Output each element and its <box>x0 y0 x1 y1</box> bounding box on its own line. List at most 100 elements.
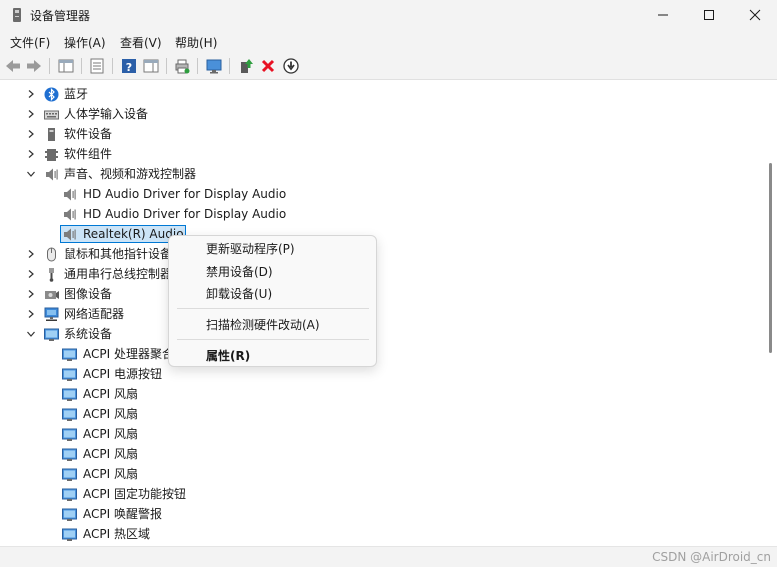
tree-node-label: ACPI 风扇 <box>83 467 138 481</box>
scrollbar-thumb[interactable] <box>769 163 772 353</box>
toolbar-divider <box>49 58 50 74</box>
tree-node[interactable]: 声音、视频和游戏控制器 <box>0 164 760 184</box>
expand-chevron-icon[interactable] <box>26 104 36 124</box>
window-title: 设备管理器 <box>30 9 91 23</box>
bluetooth-icon <box>44 87 59 102</box>
collapse-chevron-icon[interactable] <box>26 164 36 184</box>
expand-chevron-icon[interactable] <box>26 264 36 284</box>
close-button[interactable] <box>732 0 777 30</box>
tree-node-label: ACPI 处理器聚合 <box>83 347 174 361</box>
expand-chevron-icon[interactable] <box>26 144 36 164</box>
tree-node[interactable]: 人体学输入设备 <box>0 104 760 124</box>
system-device-icon <box>62 488 77 501</box>
tree-node-label: 系统设备 <box>64 327 113 341</box>
tree-node[interactable]: 鼠标和其他指针设备 <box>0 244 760 264</box>
context-update-driver[interactable]: 更新驱动程序(P) <box>206 240 295 257</box>
tree-node-label: ACPI 唤醒警报 <box>83 507 162 521</box>
properties-icon[interactable] <box>88 57 106 75</box>
tree-node[interactable]: ACPI 风扇 <box>0 424 760 444</box>
tree-node-label: ACPI 风扇 <box>83 387 138 401</box>
system-device-icon <box>62 368 77 381</box>
tree-node-label: HD Audio Driver for Display Audio <box>83 187 287 201</box>
toolbar-divider <box>112 58 113 74</box>
title-bar: 设备管理器 <box>0 0 777 30</box>
tree-node[interactable]: ACPI 热区域 <box>0 524 760 544</box>
update-driver-icon[interactable] <box>237 57 255 75</box>
device-tree: 蓝牙 人体学输入设备 软件设备软件组件声音、视频和游戏控制器 HD Audio Dri… <box>0 81 764 546</box>
tree-node-label: ACPI 固定功能按钮 <box>83 487 186 501</box>
tree-node[interactable]: ACPI 固定功能按钮 <box>0 484 760 504</box>
system-device-icon <box>62 408 77 421</box>
tree-node[interactable]: ACPI 电源按钮 <box>0 364 760 384</box>
minimize-button[interactable] <box>640 0 686 30</box>
tree-node[interactable]: ACPI 唤醒警报 <box>0 504 760 524</box>
speaker-icon <box>46 168 58 181</box>
context-properties[interactable]: 属性(R) <box>206 347 250 364</box>
system-device-icon <box>62 388 77 401</box>
tree-node[interactable]: ACPI 风扇 <box>0 404 760 424</box>
expand-chevron-icon[interactable] <box>26 124 36 144</box>
help-icon[interactable]: ? <box>120 57 138 75</box>
network-icon <box>44 307 59 321</box>
show-hide-pane-icon[interactable] <box>142 57 160 75</box>
console-tree-icon[interactable] <box>57 57 75 75</box>
tree-node-label: ACPI 热区域 <box>83 527 150 541</box>
tree-node[interactable]: HD Audio Driver for Display Audio <box>0 184 760 204</box>
tree-node[interactable]: 通用串行总线控制器 <box>0 264 760 284</box>
expand-chevron-icon[interactable] <box>26 84 36 104</box>
system-device-icon <box>62 468 77 481</box>
tree-node-label: ACPI 风扇 <box>83 407 138 421</box>
context-scan-hardware[interactable]: 扫描检测硬件改动(A) <box>206 316 320 333</box>
forward-arrow-icon[interactable] <box>25 57 43 75</box>
tree-node[interactable]: 网络适配器 <box>0 304 760 324</box>
menu-view[interactable]: 查看(V) <box>120 34 162 51</box>
maximize-button[interactable] <box>686 0 732 30</box>
context-uninstall-device[interactable]: 卸载设备(U) <box>206 285 272 302</box>
speaker-icon <box>64 228 76 241</box>
download-circle-icon[interactable] <box>282 57 300 75</box>
toolbar-divider <box>166 58 167 74</box>
tree-node[interactable]: ACPI 风扇 <box>0 384 760 404</box>
tree-node[interactable]: Realtek(R) Audio <box>0 224 760 244</box>
uninstall-x-icon[interactable] <box>259 57 277 75</box>
expand-chevron-icon[interactable] <box>26 284 36 304</box>
tree-node-label: 软件组件 <box>64 147 113 161</box>
usb-icon <box>49 268 54 282</box>
collapse-chevron-icon[interactable] <box>26 324 36 344</box>
toolbar-divider <box>229 58 230 74</box>
vertical-scrollbar[interactable] <box>764 81 777 546</box>
system-device-icon <box>62 348 77 361</box>
tree-node[interactable]: 图像设备 <box>0 284 760 304</box>
tree-node[interactable]: HD Audio Driver for Display Audio <box>0 204 760 224</box>
back-arrow-icon[interactable] <box>4 57 22 75</box>
tree-node-label: ACPI 风扇 <box>83 427 138 441</box>
component-icon <box>45 149 58 161</box>
tree-node[interactable]: ACPI 处理器聚合 <box>0 344 760 364</box>
tree-node[interactable]: 蓝牙 <box>0 84 760 104</box>
tree-node[interactable]: 系统设备 <box>0 324 760 344</box>
device-icon <box>48 128 55 141</box>
system-device-icon <box>62 528 77 541</box>
context-disable-device[interactable]: 禁用设备(D) <box>206 263 273 280</box>
tree-node[interactable]: ACPI 风扇 <box>0 444 760 464</box>
tree-node[interactable]: ACPI 风扇 <box>0 464 760 484</box>
context-menu: 更新驱动程序(P) 禁用设备(D) 卸载设备(U) 扫描检测硬件改动(A) 属性… <box>168 235 377 367</box>
menu-action[interactable]: 操作(A) <box>64 34 106 51</box>
tree-node[interactable]: 软件组件 <box>0 144 760 164</box>
menu-bar: 文件(F) 操作(A) 查看(V) 帮助(H) <box>0 30 777 53</box>
watermark-text: CSDN @AirDroid_cn <box>652 550 771 564</box>
expand-chevron-icon[interactable] <box>26 304 36 324</box>
tree-node-label: 鼠标和其他指针设备 <box>64 247 173 261</box>
tree-node-label: 图像设备 <box>64 287 113 301</box>
maximize-icon <box>704 10 714 20</box>
expand-chevron-icon[interactable] <box>26 244 36 264</box>
scan-hardware-monitor-icon[interactable] <box>205 57 223 75</box>
tree-node[interactable]: 软件设备 <box>0 124 760 144</box>
minimize-icon <box>658 14 668 16</box>
toolbar-divider <box>81 58 82 74</box>
print-icon[interactable] <box>173 57 191 75</box>
system-device-icon <box>62 428 77 441</box>
menu-file[interactable]: 文件(F) <box>10 34 50 51</box>
menu-help[interactable]: 帮助(H) <box>175 34 217 51</box>
tree-node-label: HD Audio Driver for Display Audio <box>83 207 287 221</box>
